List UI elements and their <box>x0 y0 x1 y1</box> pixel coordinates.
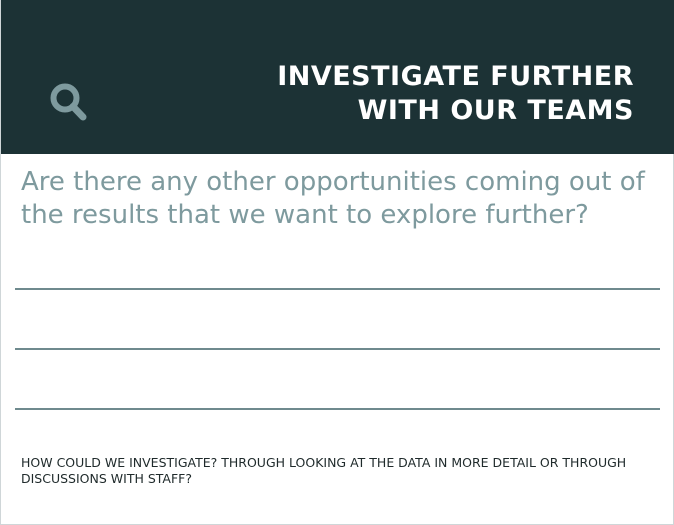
search-icon <box>50 83 87 121</box>
hint-text: HOW COULD WE INVESTIGATE? THROUGH LOOKIN… <box>21 455 627 486</box>
title-line-2: WITH OUR TEAMS <box>357 95 634 126</box>
card-header: INVESTIGATE FURTHER WITH OUR TEAMS <box>1 0 674 154</box>
question-text: Are there any other opportunities coming… <box>21 167 645 230</box>
answer-line-1[interactable] <box>15 288 660 290</box>
card-title: INVESTIGATE FURTHER WITH OUR TEAMS <box>114 60 634 128</box>
answer-line-3[interactable] <box>15 408 660 410</box>
answer-line-2[interactable] <box>15 348 660 350</box>
title-line-1: INVESTIGATE FURTHER <box>277 61 634 92</box>
worksheet-card: INVESTIGATE FURTHER WITH OUR TEAMS Are t… <box>0 0 674 525</box>
